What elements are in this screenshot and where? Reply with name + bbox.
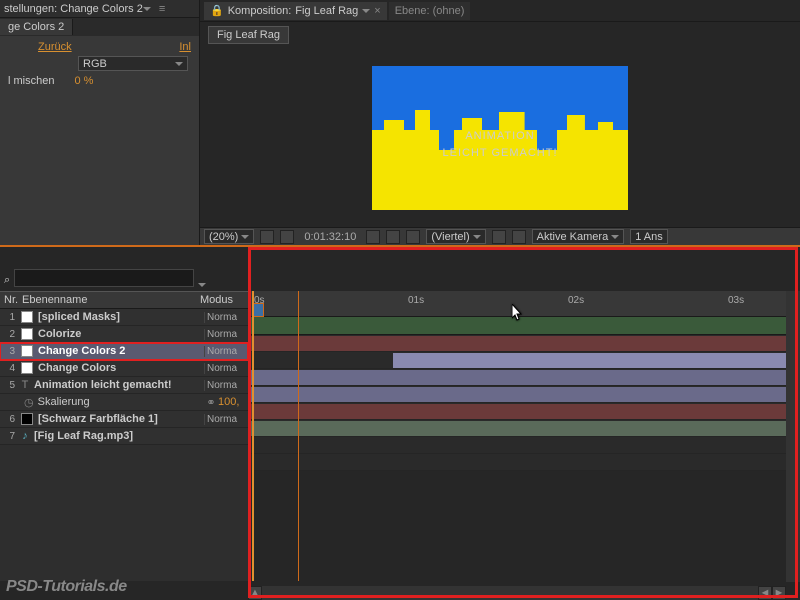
viewer-footer: (20%) 0:01:32:10 (Viertel) Aktive Kamera…	[200, 227, 800, 245]
layer-tab[interactable]: Ebene: (ohne)	[389, 2, 471, 20]
layer-row[interactable]: 7 ♪ [Fig Leaf Rag.mp3]	[0, 428, 248, 445]
mix-value[interactable]: 0 %	[74, 75, 93, 87]
property-row[interactable]: ◷ Skalierung ⚭ 100,	[0, 394, 248, 411]
col-nr[interactable]: Nr.	[0, 294, 22, 306]
colorspace-dropdown[interactable]: RGB	[78, 56, 188, 71]
chevron-down-icon[interactable]	[362, 9, 370, 13]
layer-row[interactable]: 6 [Schwarz Farbfläche 1] Norma	[0, 411, 248, 428]
mouse-cursor	[512, 304, 524, 322]
watermark: PSD-Tutorials.de	[6, 578, 127, 596]
camera-dropdown[interactable]: Aktive Kamera	[532, 229, 625, 244]
time-ruler[interactable]: 0s 01s 02s 03s	[248, 291, 800, 317]
preview-canvas[interactable]: ANIMATION LEICHT GEMACHT!	[200, 48, 800, 227]
back-link[interactable]: Zurück	[38, 41, 72, 53]
timeline-tracks[interactable]: 0s 01s 02s 03s	[248, 291, 800, 581]
region-icon[interactable]	[492, 230, 506, 244]
inl-link[interactable]: Inl	[179, 41, 191, 53]
views-dropdown[interactable]: 1 Ans	[630, 229, 668, 244]
color-swatch[interactable]	[21, 311, 33, 323]
col-name[interactable]: Ebenenname	[22, 294, 200, 306]
timeline-panel: ⌕ Nr. Ebenenname Modus 1 [spliced Masks]…	[0, 245, 800, 600]
color-swatch[interactable]	[21, 413, 33, 425]
scrollbar-vertical[interactable]	[786, 291, 800, 582]
stopwatch-icon[interactable]: ◷	[24, 396, 34, 409]
layer-row[interactable]: 1 [spliced Masks] Norma	[0, 309, 248, 326]
work-area[interactable]	[248, 317, 800, 335]
chevron-down-icon[interactable]	[198, 283, 206, 287]
search-icon[interactable]: ⌕	[4, 274, 10, 287]
quality-dropdown[interactable]: (Viertel)	[426, 229, 485, 244]
mask-icon[interactable]	[280, 230, 294, 244]
chevron-down-icon	[175, 62, 183, 66]
in-point[interactable]	[252, 291, 254, 581]
text-layer-icon: T	[18, 379, 32, 391]
scroll-left-icon[interactable]: ◄	[758, 586, 772, 600]
composition-tab[interactable]: 🔒 Komposition: Fig Leaf Rag ×	[204, 2, 387, 20]
close-icon[interactable]: ×	[374, 5, 380, 17]
effect-tab[interactable]: ge Colors 2	[0, 19, 73, 35]
scrollbar-horizontal[interactable]: ▲ ◄ ►	[248, 586, 786, 600]
effect-title: stellungen: Change Colors 2	[4, 3, 143, 15]
menu-icon[interactable]: ≡	[159, 3, 165, 15]
transparency-icon[interactable]	[512, 230, 526, 244]
dropdown-icon[interactable]	[143, 7, 151, 11]
timecode[interactable]: 0:01:32:10	[300, 231, 360, 243]
color-swatch[interactable]	[21, 345, 33, 357]
layer-row[interactable]: 4 Change Colors Norma	[0, 360, 248, 377]
channel-icon[interactable]	[406, 230, 420, 244]
layer-list: Nr. Ebenenname Modus 1 [spliced Masks] N…	[0, 291, 248, 581]
snapshot-icon[interactable]	[386, 230, 400, 244]
zoom-dropdown[interactable]: (20%)	[204, 229, 254, 244]
current-time-indicator[interactable]	[298, 291, 299, 581]
scroll-right-icon[interactable]: ►	[772, 586, 786, 600]
camera-icon[interactable]	[366, 230, 380, 244]
col-mode[interactable]: Modus	[200, 294, 248, 306]
search-input[interactable]	[14, 269, 194, 287]
mix-label: l mischen	[8, 75, 54, 87]
layer-row-selected[interactable]: 3 Change Colors 2 Norma	[0, 343, 248, 360]
color-swatch[interactable]	[21, 328, 33, 340]
color-swatch[interactable]	[21, 362, 33, 374]
effect-controls-panel: stellungen: Change Colors 2 ≡ ge Colors …	[0, 0, 200, 245]
composition-viewer: 🔒 Komposition: Fig Leaf Rag × Ebene: (oh…	[200, 0, 800, 245]
zoom-out-icon[interactable]: ▲	[248, 586, 262, 600]
layer-row[interactable]: 2 Colorize Norma	[0, 326, 248, 343]
breadcrumb[interactable]: Fig Leaf Rag	[208, 26, 289, 44]
link-icon[interactable]: ⚭	[204, 396, 218, 409]
lock-icon: 🔒	[210, 4, 224, 17]
grid-icon[interactable]	[260, 230, 274, 244]
layer-row[interactable]: 5 T Animation leicht gemacht! Norma	[0, 377, 248, 394]
audio-icon: ♪	[18, 430, 32, 442]
